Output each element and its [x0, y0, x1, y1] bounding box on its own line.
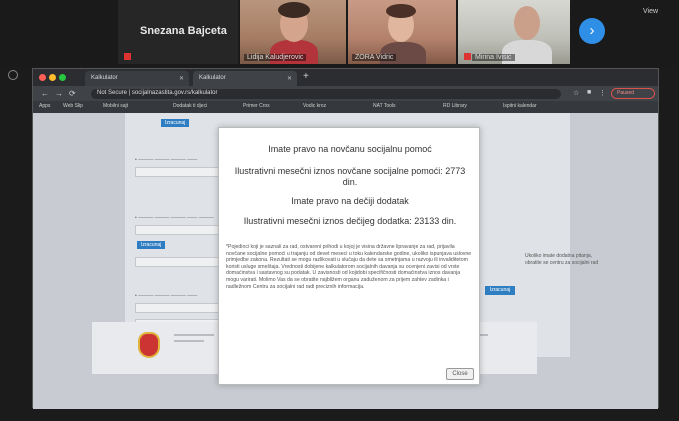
bookmark-item[interactable]: RD Library: [443, 103, 467, 109]
serbia-crest-logo: [138, 332, 160, 358]
back-icon[interactable]: ←: [41, 89, 49, 98]
browser-tab[interactable]: Kalkulator ✕: [85, 71, 189, 86]
calculate-button[interactable]: Izracunaj: [137, 241, 166, 249]
new-tab-icon[interactable]: +: [303, 71, 309, 82]
close-tab-icon[interactable]: ✕: [179, 75, 184, 82]
forward-icon[interactable]: →: [55, 89, 63, 98]
question-text: • ——— ——— ——— —— ———: [135, 215, 214, 221]
footer-text: [174, 334, 214, 336]
tab-label: Kalkulator: [91, 75, 118, 81]
maximize-window-icon[interactable]: [59, 74, 66, 81]
tab-label: Kalkulator: [199, 75, 226, 81]
participant-hair: [278, 2, 310, 18]
minimize-window-icon[interactable]: [49, 74, 56, 81]
social-assistance-heading: Imate pravo na novčanu socijalnu pomoć: [268, 144, 432, 154]
tab-bar: Kalkulator ✕ Kalkulator ✕ +: [33, 69, 658, 86]
chevron-right-icon[interactable]: ›: [579, 18, 605, 44]
view-button[interactable]: View: [643, 8, 658, 15]
bookmark-item[interactable]: NAT Tools: [373, 103, 396, 109]
star-icon[interactable]: ☆: [573, 89, 579, 97]
child-allowance-heading: Imate pravo na dečiji dodatak: [291, 196, 409, 206]
power-icon[interactable]: [8, 70, 18, 80]
participant-video[interactable]: Lidija Kaludjerovic: [240, 0, 346, 64]
address-bar: ← → ⟳ Not Secure | socijalnazastita.gov.…: [33, 86, 658, 101]
participant-tile[interactable]: Snezana Bajceta: [118, 0, 238, 64]
zoom-bottom-strip: [0, 410, 679, 421]
participant-face: [514, 6, 540, 40]
browser-tab-active[interactable]: Kalkulator ✕: [193, 71, 297, 86]
answer-field[interactable]: [135, 303, 225, 313]
question-text: • ——— ——— ——— ——: [135, 293, 198, 299]
mic-muted-icon: [124, 53, 131, 60]
result-modal: Imate pravo na novčanu socijalnu pomoć I…: [218, 127, 480, 385]
question-text: • ——— ——— ——— ——: [135, 157, 198, 163]
close-button[interactable]: Close: [446, 368, 474, 380]
bookmark-item[interactable]: Dodatak ti djeci: [173, 103, 207, 109]
participant-video[interactable]: Mirina Ivisic: [458, 0, 570, 64]
close-tab-icon[interactable]: ✕: [287, 75, 292, 82]
social-assistance-amount: Ilustrativni mesečni iznos novčane socij…: [234, 166, 466, 187]
url-input[interactable]: Not Secure | socijalnazastita.gov.rs/kal…: [91, 89, 561, 99]
bookmarks-bar: Apps Web Slip Mobilni sajt Dodatak ti dj…: [33, 101, 658, 113]
bookmark-item[interactable]: Web Slip: [63, 103, 83, 109]
mic-muted-icon: [464, 53, 471, 60]
submit-button[interactable]: Izracunaj: [485, 286, 515, 295]
footer-text: [174, 340, 204, 342]
participant-name: ZORA Vidric: [352, 54, 397, 61]
screen: Snezana Bajceta Lidija Kaludjerovic ZORA…: [0, 0, 679, 421]
calculate-button[interactable]: Izracunaj: [161, 119, 190, 127]
zoom-participant-strip: Snezana Bajceta Lidija Kaludjerovic ZORA…: [0, 0, 679, 66]
extension-icon[interactable]: ■: [587, 89, 591, 96]
menu-icon[interactable]: ⋮: [599, 89, 606, 97]
bookmark-item[interactable]: Primer Cros: [243, 103, 270, 109]
participant-name: Mirina Ivisic: [472, 54, 515, 61]
close-window-icon[interactable]: [39, 74, 46, 81]
participant-name: Snezana Bajceta: [140, 25, 227, 37]
participant-hair: [386, 4, 416, 18]
participant-name: Lidija Kaludjerovic: [244, 54, 307, 61]
profile-paused-badge[interactable]: Paused: [611, 88, 655, 99]
side-note: Ukoliko imate dodatna pitanja, obratite …: [525, 253, 599, 266]
reload-icon[interactable]: ⟳: [69, 89, 76, 98]
bookmark-item[interactable]: Vodic kroz: [303, 103, 326, 109]
bookmark-item[interactable]: Mobilni sajt: [103, 103, 128, 109]
bookmark-item[interactable]: Ispitni kalendar: [503, 103, 537, 109]
bookmark-item[interactable]: Apps: [39, 103, 50, 109]
child-allowance-amount: Ilustrativni mesečni iznos dečijeg dodat…: [243, 216, 457, 226]
participant-video[interactable]: ZORA Vidric: [348, 0, 456, 64]
disclaimer-text: *Pojedinci koji je saznali za rad, ostva…: [226, 244, 472, 290]
